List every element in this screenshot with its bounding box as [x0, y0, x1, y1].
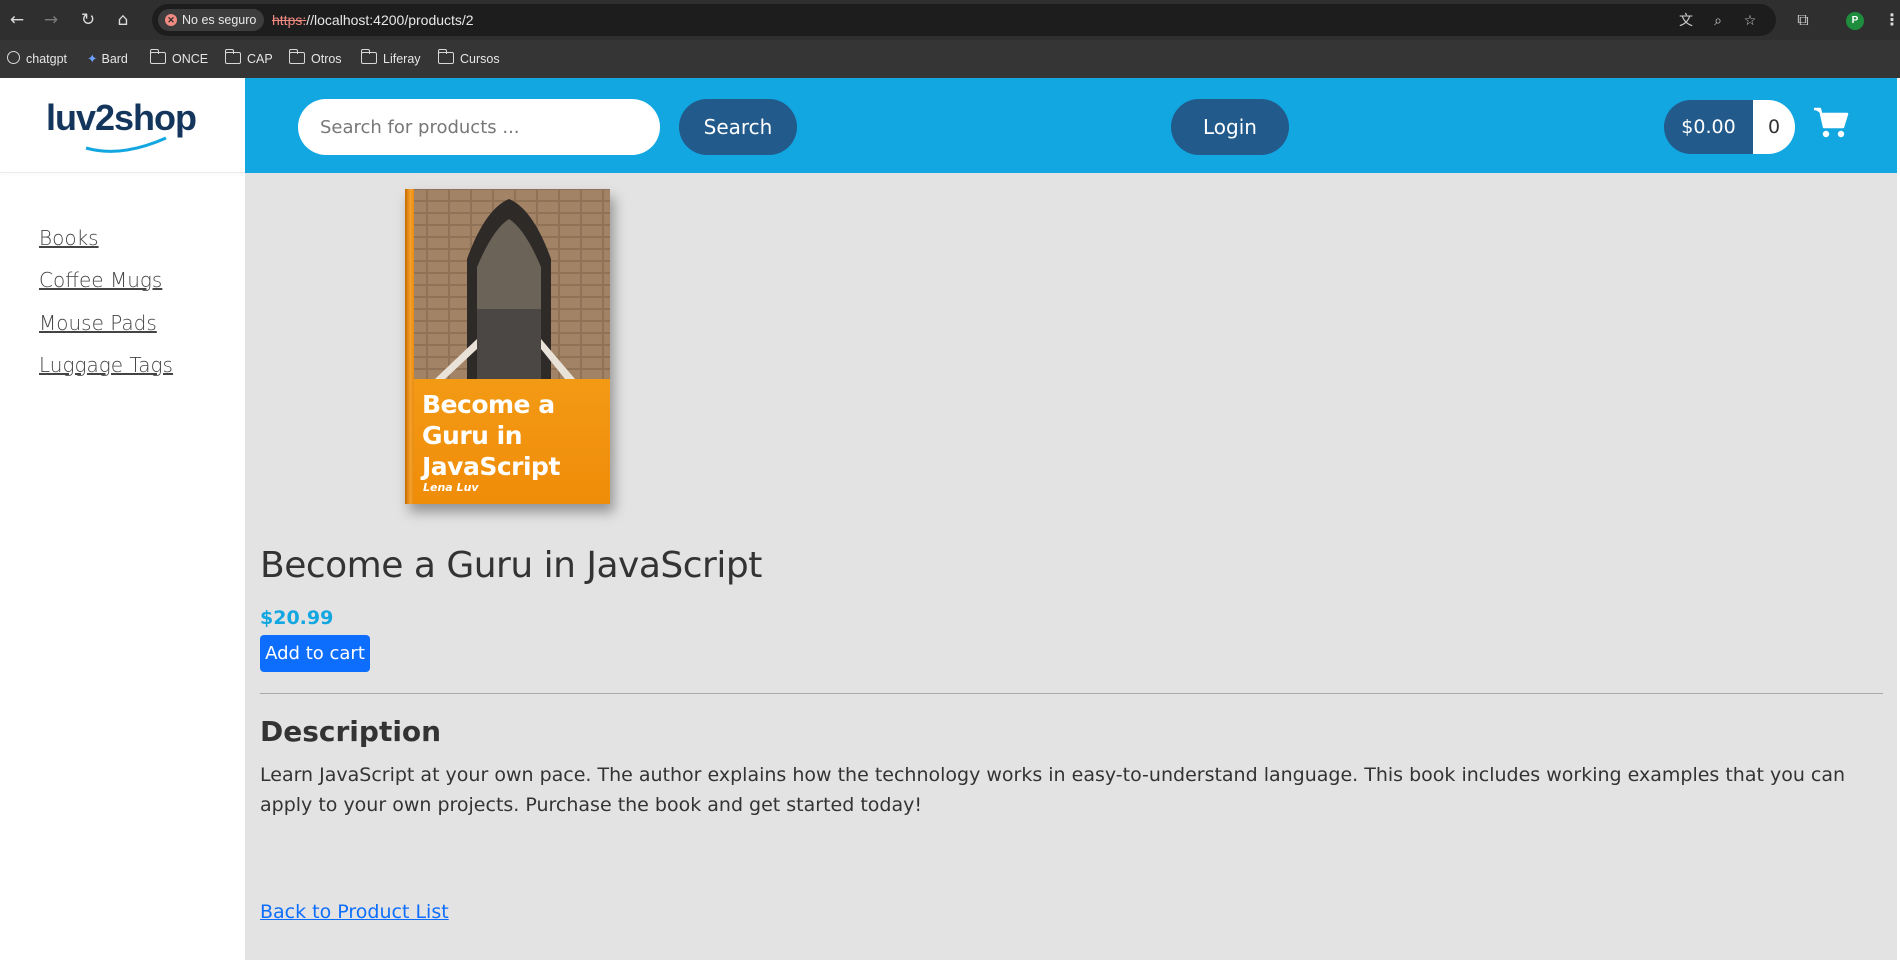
- bookmark-cursos[interactable]: Cursos: [437, 40, 500, 78]
- search-input[interactable]: [298, 99, 660, 155]
- cover-photo: [405, 189, 610, 379]
- shopping-cart-icon[interactable]: [1813, 106, 1849, 140]
- folder-icon: [288, 49, 305, 64]
- folder-icon: [437, 49, 454, 64]
- zoom-icon[interactable]: ⌕: [1709, 12, 1727, 30]
- warning-icon: ✕: [165, 14, 177, 26]
- back-to-product-list-link[interactable]: Back to Product List: [260, 901, 449, 923]
- app-header: Search Login $0.00 0: [245, 78, 1897, 173]
- url-text[interactable]: https://localhost:4200/products/2: [272, 4, 474, 36]
- extensions-icon[interactable]: ⧉: [1792, 9, 1814, 31]
- translate-icon[interactable]: 文: [1677, 12, 1695, 30]
- sidebar: luv2shop Books Coffee Mugs Mouse Pads Lu…: [0, 78, 245, 960]
- sidebar-divider: [0, 172, 245, 173]
- cover-title: Become a Guru in JavaScript: [422, 390, 560, 481]
- back-icon[interactable]: ←: [6, 9, 28, 31]
- product-image: Become a Guru in JavaScript Lena Luv: [405, 189, 610, 504]
- home-icon[interactable]: ⌂: [112, 9, 134, 31]
- browser-menu-icon[interactable]: ⋮: [1884, 9, 1900, 31]
- forward-icon[interactable]: →: [40, 9, 62, 31]
- browser-toolbar: ← → ↻ ⌂ ✕ No es seguro https://localhost…: [0, 0, 1900, 40]
- bookmark-liferay[interactable]: Liferay: [360, 40, 421, 78]
- folder-icon: [360, 49, 377, 64]
- sparkle-icon: ✦: [87, 51, 98, 66]
- search-button[interactable]: Search: [679, 99, 797, 155]
- chatgpt-icon: [7, 51, 20, 64]
- bookmark-cap[interactable]: CAP: [224, 40, 273, 78]
- product-price: $20.99: [260, 607, 334, 629]
- logo-text: luv2shop: [46, 97, 196, 138]
- reload-icon[interactable]: ↻: [77, 9, 99, 31]
- category-link-luggage-tags[interactable]: Luggage Tags: [39, 353, 173, 377]
- product-name: Become a Guru in JavaScript: [260, 545, 762, 586]
- description-heading: Description: [260, 715, 442, 748]
- bookmarks-bar: chatgpt ✦ Bard ONCE CAP Otros Liferay Cur…: [0, 40, 1900, 78]
- logo-swoosh: [85, 136, 167, 153]
- category-link-books[interactable]: Books: [39, 226, 99, 250]
- folder-icon: [149, 49, 166, 64]
- category-link-coffee-mugs[interactable]: Coffee Mugs: [39, 268, 162, 292]
- divider: [260, 693, 1883, 694]
- product-details: Become a Guru in JavaScript Lena Luv Bec…: [245, 173, 1897, 960]
- bookmark-chatgpt[interactable]: chatgpt: [7, 40, 67, 78]
- bookmark-otros[interactable]: Otros: [288, 40, 342, 78]
- cover-author: Lena Luv: [423, 481, 479, 494]
- add-to-cart-button[interactable]: Add to cart: [260, 635, 370, 672]
- security-chip[interactable]: ✕ No es seguro: [158, 9, 265, 31]
- luv2shop-logo[interactable]: luv2shop: [46, 96, 196, 154]
- bookmark-once[interactable]: ONCE: [149, 40, 208, 78]
- profile-avatar[interactable]: P: [1846, 12, 1864, 30]
- stone-archway-image: [405, 189, 610, 379]
- category-link-mouse-pads[interactable]: Mouse Pads: [39, 311, 157, 335]
- book-spine: [405, 189, 414, 504]
- cart-quantity: 0: [1753, 100, 1795, 154]
- login-button[interactable]: Login: [1171, 99, 1289, 155]
- address-bar[interactable]: ✕ No es seguro https://localhost:4200/pr…: [152, 4, 1776, 36]
- description-text: Learn JavaScript at your own pace. The a…: [260, 764, 1846, 816]
- security-chip-label: No es seguro: [182, 13, 257, 27]
- bookmark-bard[interactable]: ✦ Bard: [87, 40, 128, 78]
- bookmark-star-icon[interactable]: ☆: [1741, 12, 1759, 30]
- folder-icon: [224, 49, 241, 64]
- cart-total: $0.00: [1664, 100, 1753, 154]
